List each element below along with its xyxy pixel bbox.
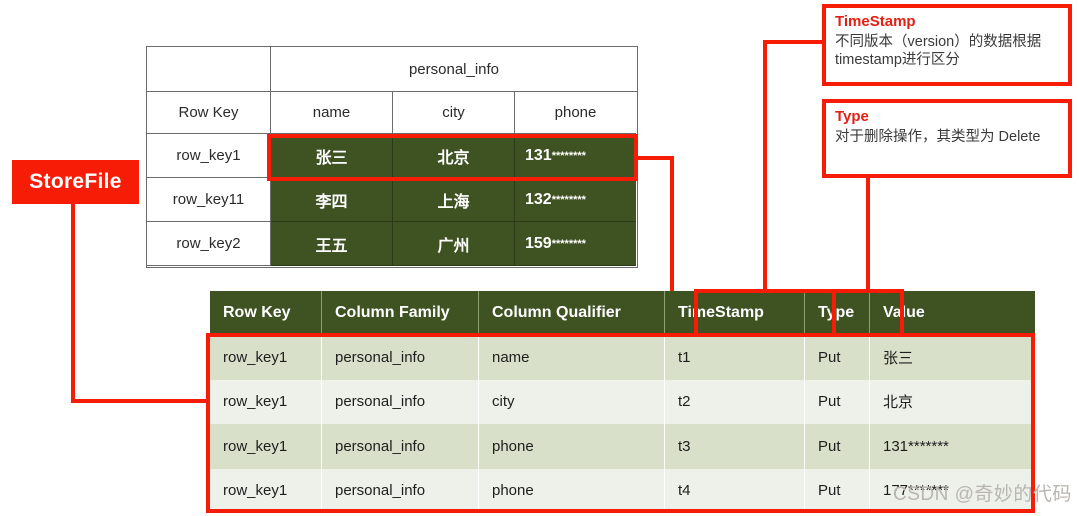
kv-cell-type: Put	[805, 424, 870, 469]
type-connector-vertical	[866, 176, 870, 293]
kv-cell-qualifier: city	[479, 379, 665, 424]
kv-header-qualifier: Column Qualifier	[479, 291, 665, 335]
callout-timestamp-body: 不同版本（version）的数据根据timestamp进行区分	[835, 33, 1042, 69]
kv-cell-type: Put	[805, 379, 870, 424]
kv-cell-rowkey: row_key1	[210, 468, 322, 513]
phone-mask: ********	[551, 193, 586, 206]
kv-cell-qualifier: phone	[479, 424, 665, 469]
kv-cell-type: Put	[805, 468, 870, 513]
kv-cell-rowkey: row_key1	[210, 335, 322, 380]
kv-cell-timestamp: t4	[665, 468, 805, 513]
logical-header-phone: phone	[515, 92, 636, 134]
logical-header-rowkey: Row Key	[147, 92, 271, 134]
phone-prefix: 159	[525, 234, 552, 252]
callout-type: Type 对于删除操作，其类型为 Delete	[822, 99, 1072, 178]
kv-header-value: Value	[883, 304, 925, 321]
kv-header-family: Column Family	[322, 291, 479, 335]
timestamp-connector-horizontal	[763, 40, 825, 44]
diagram-canvas: StoreFile personal_info Row Key name cit…	[0, 0, 1079, 516]
kv-cell-family: personal_info	[322, 379, 479, 424]
logical-table-header-row: Row Key name city phone	[147, 92, 637, 134]
kv-header-timestamp: TimeStamp	[665, 291, 805, 335]
kv-cell-timestamp: t2	[665, 379, 805, 424]
table-row: row_key1 personal_info phone t3 Put 131*…	[210, 424, 1035, 469]
timestamp-connector-vertical	[763, 40, 767, 292]
logical-header-name: name	[271, 92, 393, 134]
logical-row-connector-horizontal	[638, 156, 674, 160]
kv-cell-timestamp: t3	[665, 424, 805, 469]
kv-cell-family: personal_info	[322, 424, 479, 469]
kv-cell-timestamp: t1	[665, 335, 805, 380]
logical-table-corner-cell	[147, 47, 271, 92]
storefile-connector-vertical	[71, 204, 75, 403]
logical-cell-rowkey: row_key11	[147, 178, 271, 222]
kv-cell-value: 131*******	[883, 437, 949, 455]
kv-cell-qualifier: phone	[479, 468, 665, 513]
kv-header-rowkey: Row Key	[210, 291, 322, 335]
logical-row-connector-vertical	[670, 156, 674, 295]
logical-cell-name: 张三	[271, 134, 393, 178]
logical-cell-rowkey: row_key2	[147, 222, 271, 266]
logical-header-city: city	[393, 92, 515, 134]
callout-timestamp: TimeStamp 不同版本（version）的数据根据timestamp进行区…	[822, 4, 1072, 86]
storefile-connector-horizontal	[71, 399, 210, 403]
logical-cell-city: 上海	[393, 178, 515, 222]
kv-cell-value: 张三	[883, 349, 914, 367]
table-row: row_key1 personal_info name t1 Put 张三	[210, 335, 1035, 380]
callout-timestamp-title: TimeStamp	[835, 13, 916, 30]
table-row: row_key2 王五 广州 159 ********	[147, 222, 637, 266]
logical-cell-phone: 159 ********	[515, 222, 636, 266]
logical-cell-phone: 131 ********	[515, 134, 636, 178]
kv-cell-family: personal_info	[322, 468, 479, 513]
table-row: row_key1 personal_info city t2 Put 北京	[210, 379, 1035, 424]
kv-cell-qualifier: name	[479, 335, 665, 380]
logical-cell-phone: 132 ********	[515, 178, 636, 222]
table-row: row_key11 李四 上海 132 ********	[147, 178, 637, 222]
logical-cell-name: 李四	[271, 178, 393, 222]
table-row: row_key1 张三 北京 131 ********	[147, 134, 637, 178]
kv-cell-rowkey: row_key1	[210, 379, 322, 424]
callout-type-body: 对于删除操作，其类型为 Delete	[835, 128, 1041, 145]
keyvalue-header-row: Row Key Column Family Column Qualifier T…	[210, 291, 1035, 335]
logical-cell-city: 广州	[393, 222, 515, 266]
logical-view-table: personal_info Row Key name city phone ro…	[146, 46, 638, 268]
callout-type-title: Type	[835, 108, 869, 125]
watermark: CSDN @奇妙的代码	[893, 484, 1072, 505]
logical-cell-city: 北京	[393, 134, 515, 178]
phone-prefix: 132	[525, 190, 552, 208]
storefile-label: StoreFile	[12, 160, 139, 204]
logical-cell-rowkey: row_key1	[147, 134, 271, 178]
phone-mask: ********	[551, 149, 586, 162]
logical-cell-name: 王五	[271, 222, 393, 266]
kv-cell-rowkey: row_key1	[210, 424, 322, 469]
kv-cell-family: personal_info	[322, 335, 479, 380]
column-family-title: personal_info	[271, 47, 637, 92]
phone-prefix: 131	[525, 146, 552, 164]
phone-mask: ********	[551, 237, 586, 250]
logical-table-family-row: personal_info	[147, 47, 637, 92]
kv-cell-type: Put	[805, 335, 870, 380]
kv-cell-value: 北京	[883, 394, 914, 412]
kv-header-type: Type	[805, 291, 870, 335]
